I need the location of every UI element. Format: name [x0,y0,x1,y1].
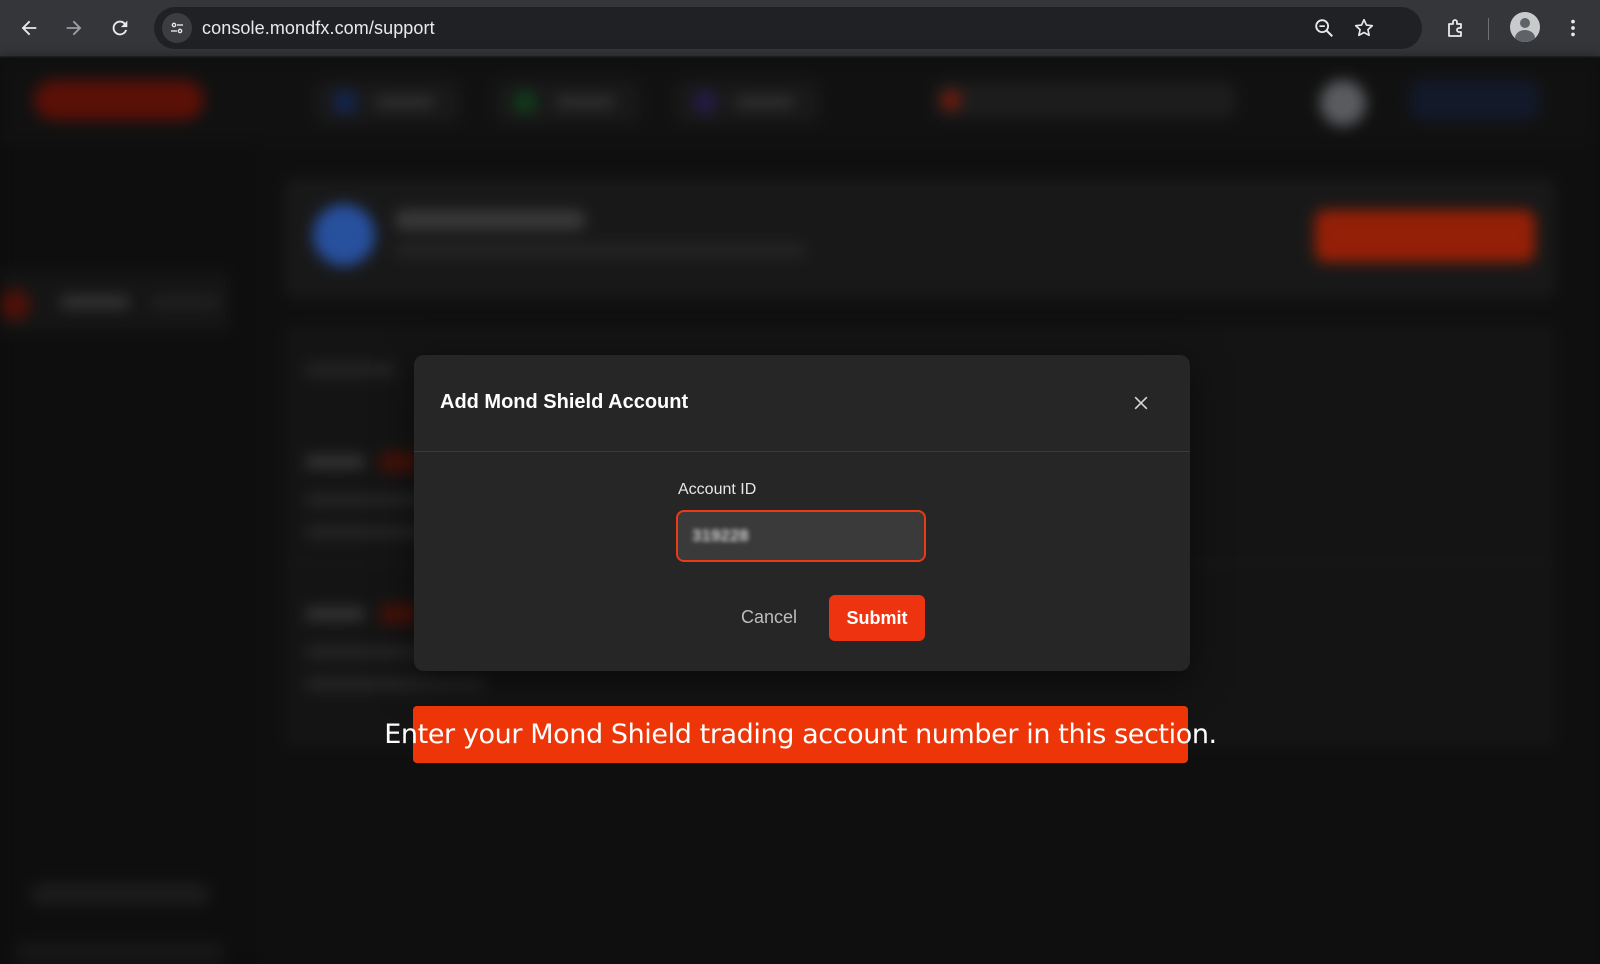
back-arrow-icon[interactable] [10,9,48,47]
puzzle-icon[interactable] [1440,12,1472,44]
address-bar[interactable]: console.mondfx.com/support [154,7,1422,49]
submit-button[interactable]: Submit [829,595,925,641]
modal-divider [414,451,1190,452]
site-settings-icon[interactable] [162,13,192,43]
forward-arrow-icon[interactable] [55,9,93,47]
star-icon[interactable] [1352,16,1376,40]
instruction-callout: Enter your Mond Shield trading account n… [384,706,1217,763]
account-id-input[interactable] [676,510,926,562]
browser-toolbar: console.mondfx.com/support [0,0,1600,57]
reload-icon[interactable] [101,9,139,47]
account-id-label: Account ID [678,481,757,498]
toolbar-divider [1488,18,1489,40]
zoom-icon[interactable] [1312,16,1336,40]
close-icon[interactable] [1128,390,1154,416]
cancel-button[interactable]: Cancel [714,595,824,639]
modal-title: Add Mond Shield Account [440,391,689,413]
avatar-icon[interactable] [1510,12,1540,42]
add-account-modal: Add Mond Shield Account Account ID 31922… [414,355,1190,671]
url-text[interactable]: console.mondfx.com/support [202,18,435,39]
kebab-menu-icon[interactable] [1558,12,1588,44]
